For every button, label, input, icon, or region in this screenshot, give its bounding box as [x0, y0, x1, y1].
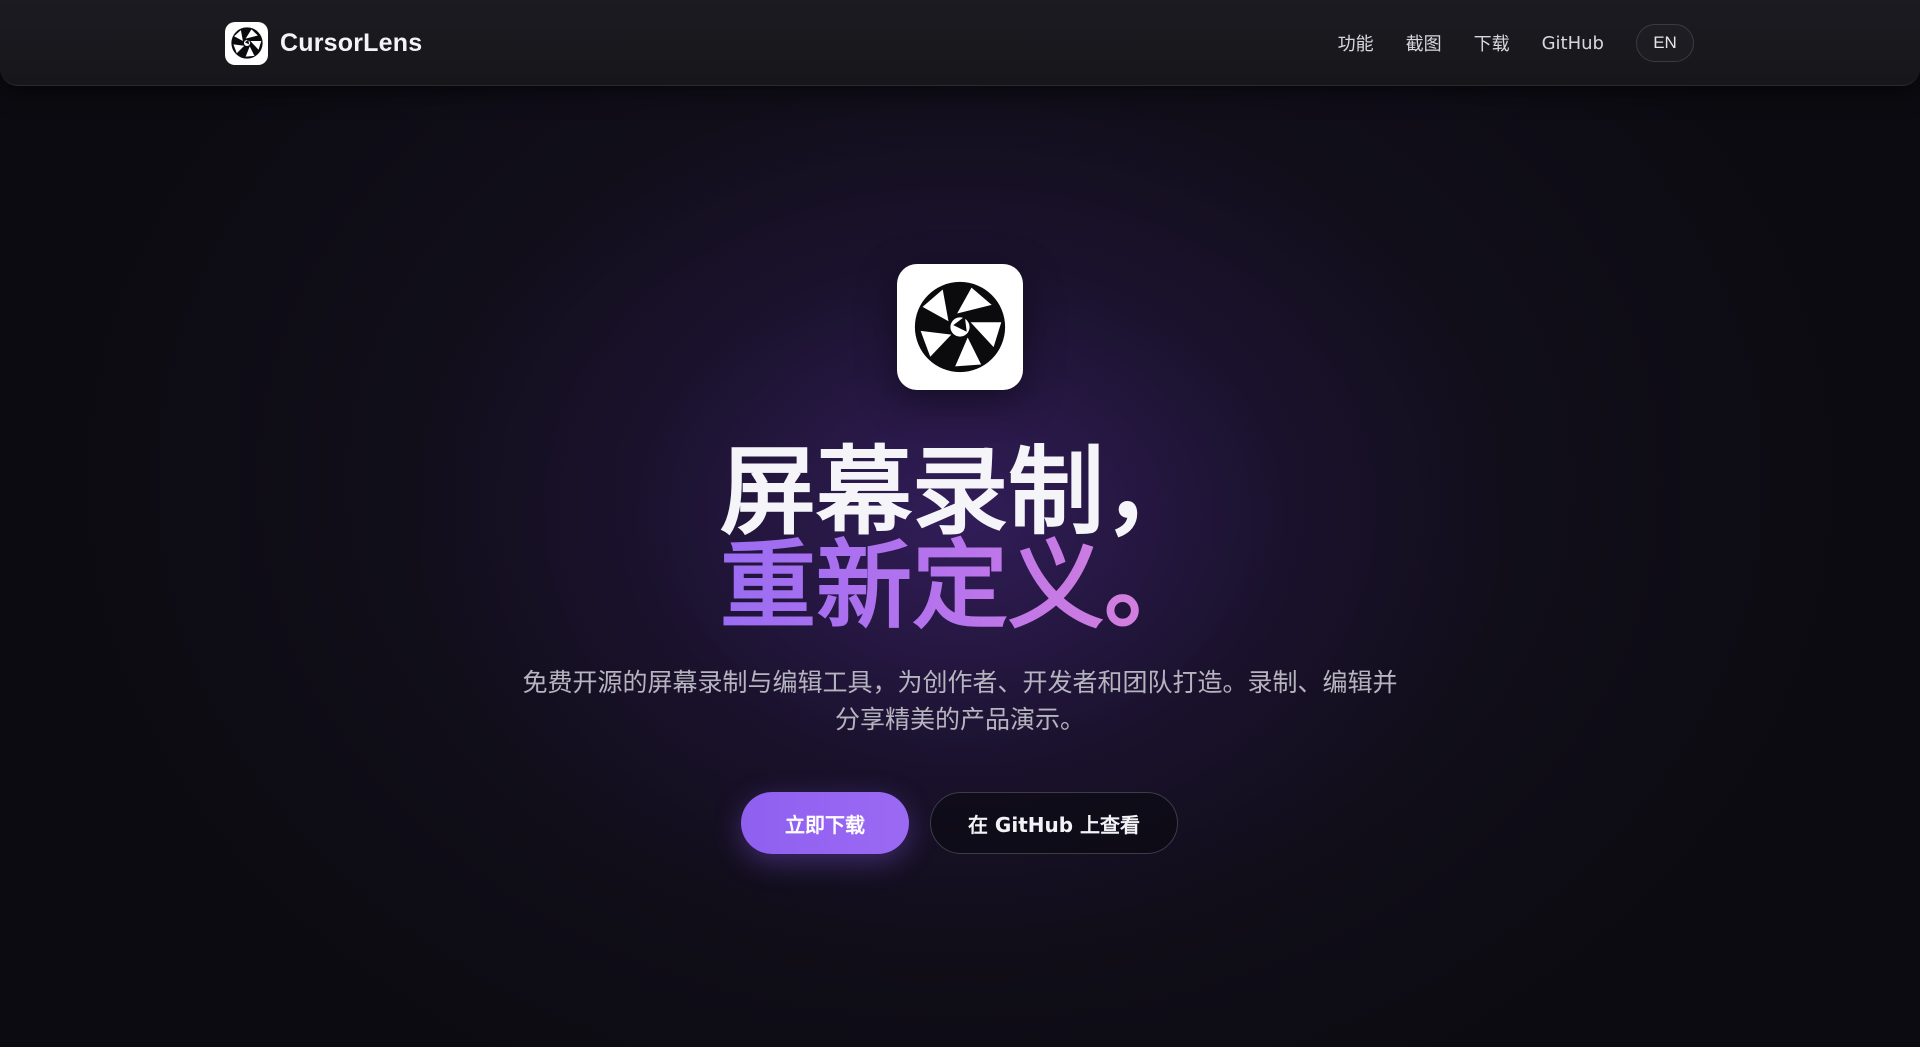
aperture-icon [225, 21, 268, 65]
view-on-github-button[interactable]: 在 GitHub 上查看 [930, 792, 1178, 854]
nav-item-github[interactable]: GitHub [1542, 33, 1604, 54]
main-nav: 功能 截图 下载 GitHub EN [1338, 23, 1694, 63]
hero-headline-line1: 屏幕录制， [720, 436, 1200, 548]
nav-item-download[interactable]: 下载 [1474, 30, 1510, 56]
download-now-button[interactable]: 立即下载 [741, 792, 909, 854]
nav-item-screenshots[interactable]: 截图 [1406, 30, 1442, 56]
nav-item-features[interactable]: 功能 [1338, 30, 1374, 56]
brand-name: CursorLens [280, 28, 423, 57]
hero-headline-line2: 重新定义。 [0, 538, 1920, 634]
aperture-logo-graphic [230, 27, 263, 59]
aperture-icon [914, 281, 1006, 373]
hero-subtitle: 免费开源的屏幕录制与编辑工具，为创作者、开发者和团队打造。录制、编辑并分享精美的… [522, 668, 1398, 734]
landing-page: CursorLens 功能 截图 下载 GitHub EN 屏幕录制， 重新定义… [0, 0, 1920, 1047]
brand-home-link[interactable]: CursorLens [225, 21, 422, 65]
app-icon [897, 264, 1023, 390]
hero-headline-gradient-text: 重新定义。 [720, 530, 1200, 642]
language-toggle-button[interactable]: EN [1636, 24, 1694, 62]
top-nav-bar: CursorLens 功能 截图 下载 GitHub EN [0, 0, 1920, 86]
